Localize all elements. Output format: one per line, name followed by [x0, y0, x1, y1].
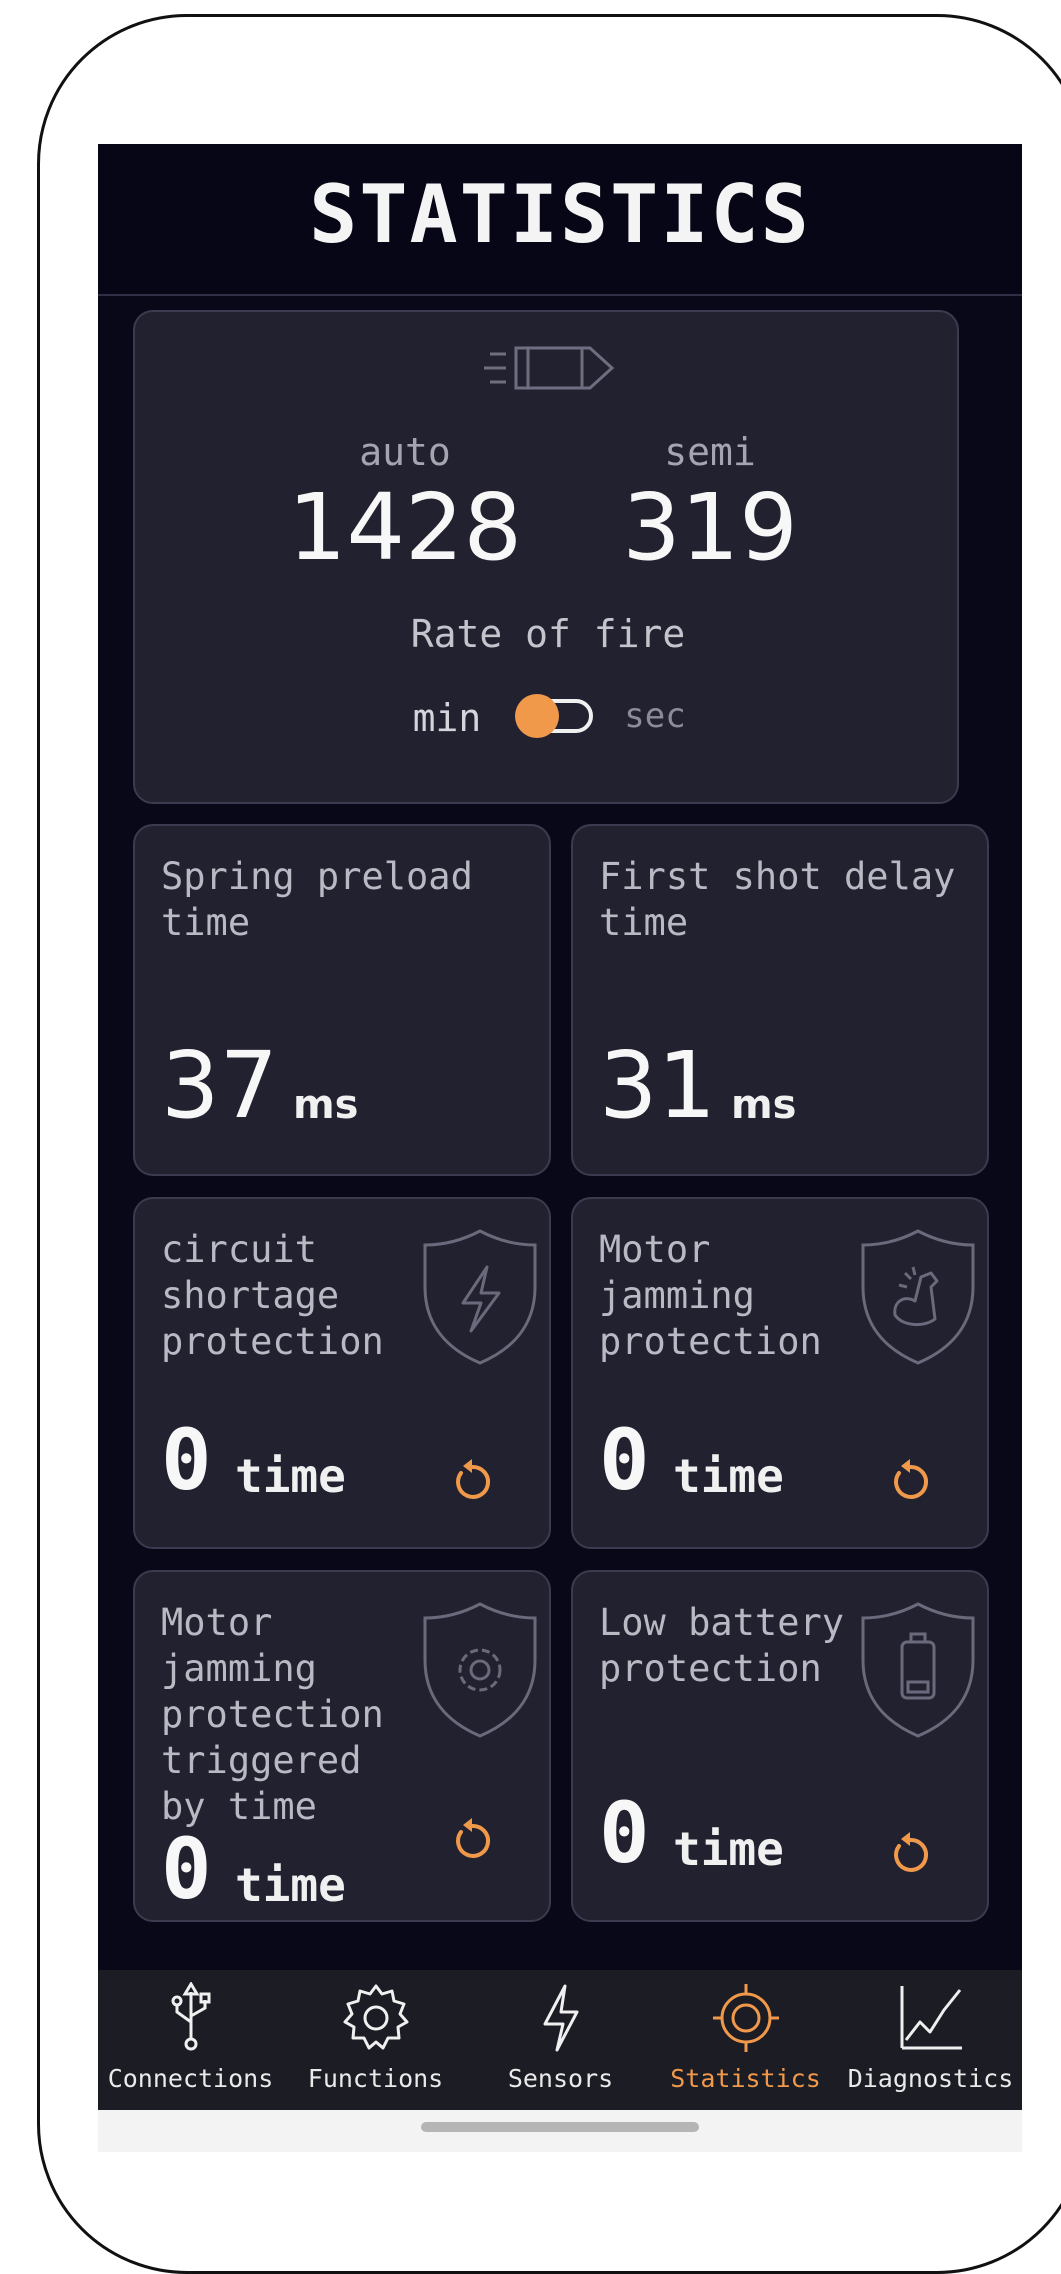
shield-arm-icon: [861, 1229, 975, 1365]
semi-value: 319: [622, 474, 798, 581]
reset-icon[interactable]: [447, 1814, 497, 1864]
circuit-shortage-value: 0: [161, 1411, 212, 1509]
nav-item-connections[interactable]: Connections: [98, 1970, 283, 2110]
bottom-nav: Connections Functions Sensors Statistics…: [98, 1970, 1022, 2110]
low-battery-unit: time: [673, 1822, 784, 1876]
unit-toggle-switch[interactable]: [515, 694, 599, 738]
circuit-shortage-card: circuit shortage protection 0 time: [133, 1197, 551, 1549]
card-title: Motor jamming protection: [599, 1227, 822, 1365]
motor-jamming-unit: time: [673, 1449, 784, 1503]
title-line: First shot delay: [599, 855, 956, 898]
reset-icon[interactable]: [885, 1455, 935, 1505]
header-bar: STATISTICS: [98, 144, 1022, 296]
low-battery-value: 0: [599, 1784, 650, 1882]
first-shot-delay-card: First shot delay time 31 ms: [571, 824, 989, 1176]
app-screen: STATISTICS auto 1428 semi 319 Rate of fi…: [98, 144, 1022, 2152]
first-shot-delay-unit: ms: [731, 1082, 797, 1128]
spring-preload-value: 37: [161, 1032, 279, 1139]
title-line: Motor: [599, 1228, 711, 1271]
card-title: Spring preload time: [161, 854, 473, 946]
nav-item-functions[interactable]: Functions: [283, 1970, 468, 2110]
auto-label: auto: [359, 430, 451, 474]
toggle-min-label[interactable]: min: [397, 696, 497, 740]
motor-jamming-value: 0: [599, 1411, 650, 1509]
semi-label: semi: [664, 430, 756, 474]
page-title: STATISTICS: [309, 168, 811, 261]
card-title: Motor jamming protection triggered by ti…: [161, 1600, 384, 1830]
card-title: Low battery protection: [599, 1600, 844, 1692]
title-line: Motor: [161, 1601, 273, 1644]
usb-icon: [171, 1982, 210, 2051]
nav-label: Diagnostics: [847, 2064, 1014, 2093]
rate-of-fire-caption: Rate of fire: [410, 612, 686, 656]
card-title: circuit shortage protection: [161, 1227, 384, 1365]
chart-icon: [900, 1986, 962, 2050]
circuit-shortage-unit: time: [235, 1449, 346, 1503]
title-line: protection: [161, 1693, 384, 1736]
title-line: circuit: [161, 1228, 317, 1271]
nav-item-diagnostics[interactable]: Diagnostics: [838, 1970, 1022, 2110]
nav-item-statistics[interactable]: Statistics: [653, 1970, 838, 2110]
target-icon: [712, 1984, 779, 2052]
title-line: protection: [599, 1647, 822, 1690]
motor-jamming-card: Motor jamming protection 0 time: [571, 1197, 989, 1549]
shield-battery-icon: [861, 1602, 975, 1738]
card-title: First shot delay time: [599, 854, 955, 946]
spring-preload-card: Spring preload time 37 ms: [133, 824, 551, 1176]
nav-label: Connections: [107, 2064, 274, 2093]
motor-jamming-time-card: Motor jamming protection triggered by ti…: [133, 1570, 551, 1922]
title-line: triggered: [161, 1739, 362, 1782]
auto-value: 1428: [287, 474, 523, 581]
gear-icon: [343, 1984, 408, 2050]
title-line: Spring preload: [161, 855, 473, 898]
title-line: protection: [161, 1320, 384, 1363]
low-battery-card: Low battery protection 0 time: [571, 1570, 989, 1922]
title-line: shortage: [161, 1274, 340, 1317]
nav-item-sensors[interactable]: Sensors: [468, 1970, 653, 2110]
home-indicator[interactable]: [421, 2122, 699, 2132]
rate-of-fire-card: auto 1428 semi 319 Rate of fire min sec: [133, 310, 959, 804]
spring-preload-unit: ms: [293, 1082, 359, 1128]
motor-jamming-time-value: 0: [161, 1820, 212, 1918]
bullet-icon: [484, 346, 615, 390]
shield-lightning-icon: [423, 1229, 537, 1365]
reset-icon[interactable]: [447, 1455, 497, 1505]
reset-icon[interactable]: [885, 1828, 935, 1878]
shield-gear-icon: [423, 1602, 537, 1738]
title-line: time: [161, 901, 251, 944]
nav-label: Statistics: [670, 2064, 821, 2093]
nav-label: Sensors: [507, 2064, 614, 2093]
title-line: Low battery: [599, 1601, 845, 1644]
title-line: jamming: [599, 1274, 755, 1317]
motor-jamming-time-unit: time: [235, 1858, 346, 1912]
title-line: jamming: [161, 1647, 317, 1690]
bolt-icon: [543, 1984, 578, 2052]
first-shot-delay-value: 31: [599, 1032, 717, 1139]
nav-label: Functions: [307, 2064, 444, 2093]
title-line: protection: [599, 1320, 822, 1363]
title-line: time: [599, 901, 689, 944]
home-indicator-area: [98, 2110, 1022, 2152]
toggle-sec-label[interactable]: sec: [605, 696, 705, 736]
